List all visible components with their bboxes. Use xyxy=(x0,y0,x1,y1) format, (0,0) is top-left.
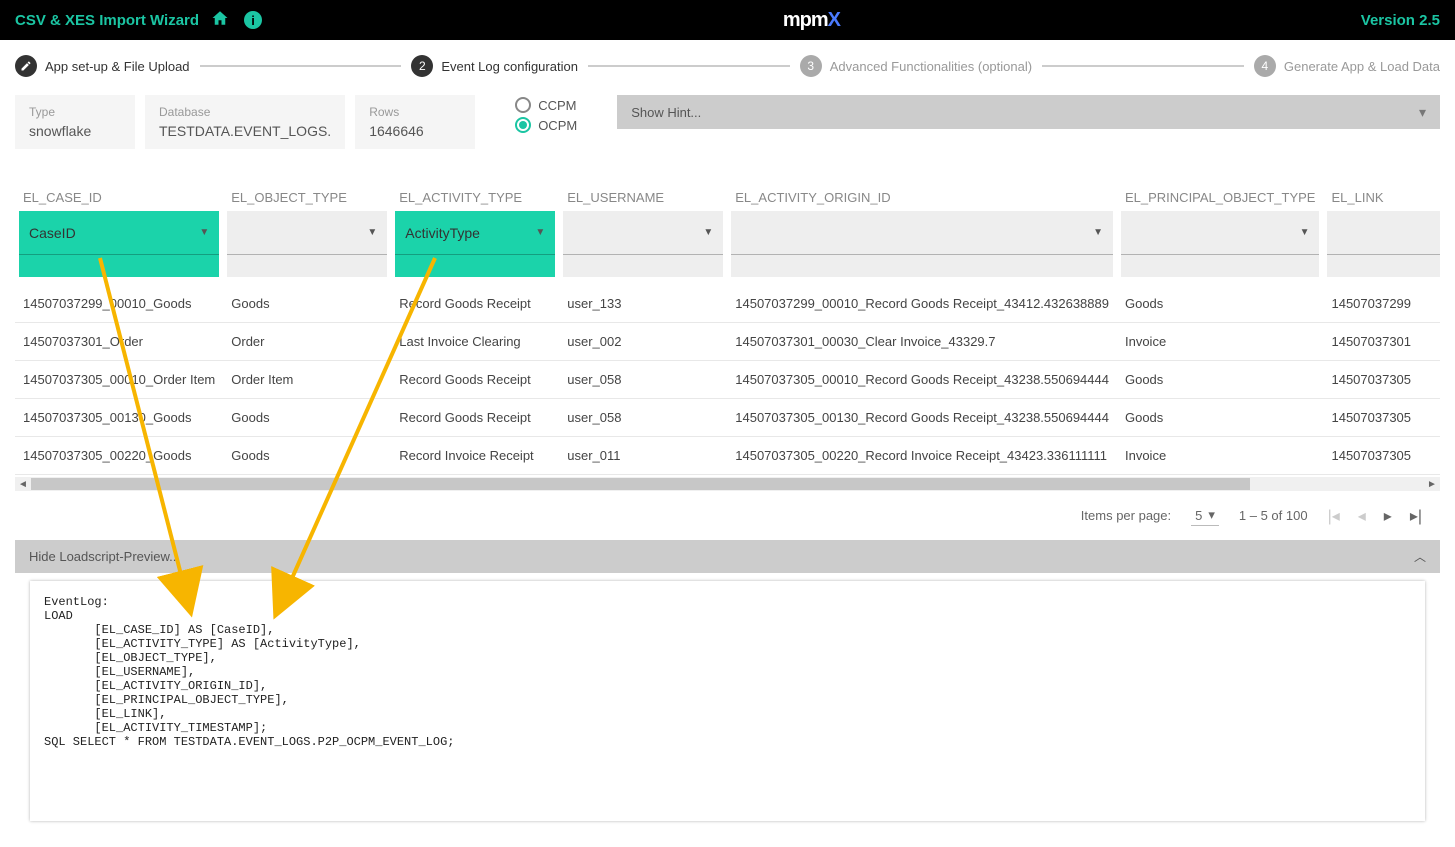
step-3-label: Advanced Functionalities (optional) xyxy=(830,59,1032,74)
column-selector-principal[interactable]: ▼ xyxy=(1121,211,1320,277)
col-header: EL_USERNAME xyxy=(559,184,727,211)
pagination: Items per page: 5 ▾ 1 – 5 of 100 |◂ ◂ ▸ … xyxy=(15,491,1440,540)
info-rows: Rows 1646646 xyxy=(355,95,475,149)
table-header-row: EL_CASE_ID EL_OBJECT_TYPE EL_ACTIVITY_TY… xyxy=(15,184,1440,211)
table-row: 14507037299_00010_GoodsGoodsRecord Goods… xyxy=(15,285,1440,323)
radio-ocpm-label: OCPM xyxy=(538,118,577,133)
info-type: Type snowflake xyxy=(15,95,135,149)
selector-row: CaseID ▼ ▼ ActivityType ▼ ▼ ▼ ▼ ▼ xyxy=(15,211,1440,285)
radio-icon xyxy=(515,97,531,113)
selector-value: ActivityType xyxy=(405,225,480,241)
column-selector-username[interactable]: ▼ xyxy=(563,211,723,277)
table-row: 14507037305_00010_Order ItemOrder ItemRe… xyxy=(15,361,1440,399)
step-1[interactable]: App set-up & File Upload xyxy=(15,55,190,77)
scroll-left-icon[interactable]: ◄ xyxy=(15,479,31,490)
column-selector-originid[interactable]: ▼ xyxy=(731,211,1113,277)
radio-ccpm-label: CCPM xyxy=(538,98,576,113)
loadscript-toggle[interactable]: Hide Loadscript-Preview... ︿ xyxy=(15,540,1440,573)
loadscript-header-label: Hide Loadscript-Preview... xyxy=(29,549,180,564)
data-table: EL_CASE_ID EL_OBJECT_TYPE EL_ACTIVITY_TY… xyxy=(15,184,1440,475)
hint-placeholder: Show Hint... xyxy=(631,105,701,120)
step-1-label: App set-up & File Upload xyxy=(45,59,190,74)
col-header: EL_PRINCIPAL_OBJECT_TYPE xyxy=(1117,184,1324,211)
column-selector-objecttype[interactable]: ▼ xyxy=(227,211,387,277)
last-page-icon[interactable]: ▸| xyxy=(1410,506,1422,526)
info-rows-value: 1646646 xyxy=(369,123,461,139)
first-page-icon[interactable]: |◂ xyxy=(1328,506,1340,526)
chevron-down-icon: ▼ xyxy=(199,227,209,238)
step-4-label: Generate App & Load Data xyxy=(1284,59,1440,74)
info-type-value: snowflake xyxy=(29,123,121,139)
chevron-down-icon: ▼ xyxy=(1093,227,1103,238)
step-2[interactable]: 2 Event Log configuration xyxy=(411,55,578,77)
col-header: EL_ACTIVITY_ORIGIN_ID xyxy=(727,184,1117,211)
radio-ccpm[interactable]: CCPM xyxy=(515,97,577,113)
stepper: App set-up & File Upload 2 Event Log con… xyxy=(15,55,1440,77)
info-db-value: TESTDATA.EVENT_LOGS. xyxy=(159,123,331,139)
radio-icon xyxy=(515,117,531,133)
scroll-right-icon[interactable]: ► xyxy=(1424,479,1440,490)
chevron-down-icon: ▼ xyxy=(703,227,713,238)
chevron-down-icon: ▼ xyxy=(367,227,377,238)
info-db-label: Database xyxy=(159,105,331,119)
selector-value: CaseID xyxy=(29,225,76,241)
col-header: EL_OBJECT_TYPE xyxy=(223,184,391,211)
step-separator xyxy=(1042,65,1244,67)
horizontal-scrollbar[interactable]: ◄ ► xyxy=(15,477,1440,491)
chevron-down-icon: ▼ xyxy=(1300,227,1310,238)
topbar: CSV & XES Import Wizard i mpmX Version 2… xyxy=(0,0,1455,40)
per-page-value: 5 xyxy=(1195,508,1202,523)
scrollbar-thumb[interactable] xyxy=(31,478,1250,490)
home-icon[interactable] xyxy=(211,9,229,32)
step-2-label: Event Log configuration xyxy=(441,59,578,74)
info-rows-label: Rows xyxy=(369,105,461,119)
table-row: 14507037305_00220_GoodsGoodsRecord Invoi… xyxy=(15,437,1440,475)
column-selector-link[interactable]: ▼ xyxy=(1327,211,1440,277)
step-separator xyxy=(200,65,402,67)
info-icon[interactable]: i xyxy=(244,11,262,29)
col-header: EL_ACTIVITY_TYPE xyxy=(391,184,559,211)
logo-accent: X xyxy=(828,9,840,31)
info-database: Database TESTDATA.EVENT_LOGS. xyxy=(145,95,345,149)
prev-page-icon[interactable]: ◂ xyxy=(1358,506,1366,526)
chevron-down-icon: ▾ xyxy=(1419,104,1426,121)
pagination-range: 1 – 5 of 100 xyxy=(1239,508,1308,523)
data-table-container: EL_CASE_ID EL_OBJECT_TYPE EL_ACTIVITY_TY… xyxy=(15,184,1440,475)
table-row: 14507037305_00130_GoodsGoodsRecord Goods… xyxy=(15,399,1440,437)
items-per-page-label: Items per page: xyxy=(1081,508,1171,523)
next-page-icon[interactable]: ▸ xyxy=(1384,506,1392,526)
mode-radio-group: CCPM OCPM xyxy=(515,95,577,137)
info-type-label: Type xyxy=(29,105,121,119)
loadscript-preview[interactable]: EventLog: LOAD [EL_CASE_ID] AS [CaseID],… xyxy=(30,581,1425,821)
chevron-up-icon: ︿ xyxy=(1414,548,1426,565)
chevron-down-icon: ▼ xyxy=(535,227,545,238)
version-label: Version 2.5 xyxy=(1361,12,1440,29)
app-title: CSV & XES Import Wizard xyxy=(15,12,199,29)
table-row: 14507037301_OrderOrderLast Invoice Clear… xyxy=(15,323,1440,361)
col-header: EL_CASE_ID xyxy=(15,184,223,211)
column-selector-activitytype[interactable]: ActivityType ▼ xyxy=(395,211,555,277)
step-4[interactable]: 4 Generate App & Load Data xyxy=(1254,55,1440,77)
hint-dropdown[interactable]: Show Hint... ▾ xyxy=(617,95,1440,129)
logo: mpmX xyxy=(783,9,840,32)
chevron-down-icon: ▾ xyxy=(1208,507,1215,523)
radio-ocpm[interactable]: OCPM xyxy=(515,117,577,133)
items-per-page-select[interactable]: 5 ▾ xyxy=(1191,505,1219,526)
column-selector-caseid[interactable]: CaseID ▼ xyxy=(19,211,219,277)
step-3[interactable]: 3 Advanced Functionalities (optional) xyxy=(800,55,1032,77)
col-header: EL_LINK xyxy=(1323,184,1440,211)
logo-main: mpm xyxy=(783,9,828,31)
step-separator xyxy=(588,65,790,67)
